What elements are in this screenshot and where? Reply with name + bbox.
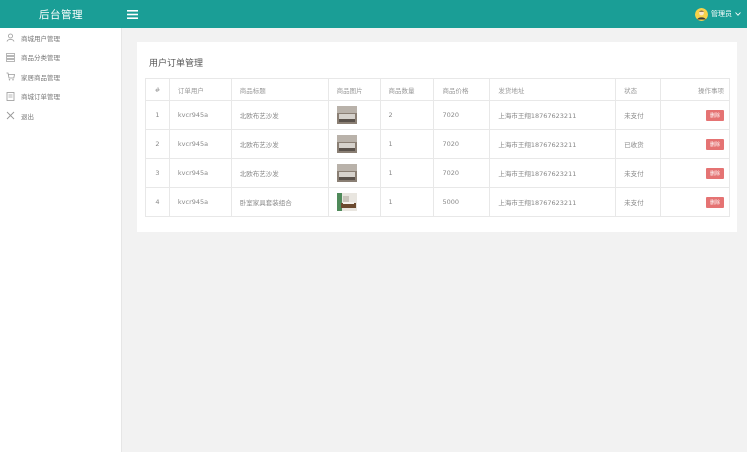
bedroom-thumbnail: [336, 193, 357, 211]
order-icon: [6, 91, 15, 101]
table-row: 3 kvcr945a 北欧布艺沙发 1 7020 上海市王翔1876762321…: [145, 158, 730, 188]
action-cell: 删除: [660, 100, 730, 130]
row-number: 2: [145, 129, 170, 159]
user-menu[interactable]: 管理员: [695, 0, 741, 28]
row-number: 3: [145, 158, 170, 188]
product-price: 7020: [433, 100, 491, 130]
shipping-address: 上海市王翔18767623211: [489, 158, 617, 188]
column-header: 操作事项: [660, 78, 730, 101]
column-header: 订单用户: [168, 78, 232, 101]
action-cell: 删除: [660, 129, 730, 159]
list-icon: [6, 52, 15, 62]
close-icon: [6, 111, 15, 120]
order-user: kvcr945a: [168, 129, 232, 159]
username-label: 管理员: [711, 10, 732, 18]
shipping-address: 上海市王翔18767623211: [489, 100, 617, 130]
sidebar-item-products[interactable]: 家居商品管理: [0, 67, 121, 87]
chevron-down-icon: [735, 12, 741, 16]
product-title: 北欧布艺沙发: [230, 129, 329, 159]
delete-button[interactable]: 删除: [705, 167, 724, 179]
product-price: 5000: [433, 187, 491, 217]
brand-title: 后台管理: [39, 8, 83, 21]
sidebar-item-label: 商城用户管理: [21, 34, 60, 43]
table-row: 2 kvcr945a 北欧布艺沙发 1 7020 上海市王翔1876762321…: [145, 129, 730, 159]
row-number: 1: [145, 100, 170, 130]
product-title: 卧室家具套装组合: [230, 187, 329, 217]
product-title: 北欧布艺沙发: [230, 158, 329, 188]
sidebar-item-users[interactable]: 商城用户管理: [0, 28, 121, 48]
sidebar-item-label: 退出: [21, 112, 34, 121]
order-status: 未支付: [615, 100, 662, 130]
sofa-thumbnail: [336, 164, 357, 182]
product-image-cell: [327, 158, 381, 188]
sidebar: 商城用户管理 商品分类管理 家居商品管理 商城订单管理 退出: [0, 28, 122, 452]
product-quantity: 1: [379, 187, 435, 217]
column-header: 商品数量: [379, 78, 435, 101]
order-user: kvcr945a: [168, 187, 232, 217]
row-number: 4: [145, 187, 170, 217]
product-price: 7020: [433, 129, 491, 159]
menu-toggle-button[interactable]: [127, 0, 143, 28]
order-status: 未支付: [615, 158, 662, 188]
sofa-thumbnail: [336, 135, 357, 153]
order-status: 未支付: [615, 187, 662, 217]
cart-icon: [6, 72, 15, 81]
user-icon: [6, 33, 15, 42]
action-cell: 删除: [660, 158, 730, 188]
action-cell: 删除: [660, 187, 730, 217]
avatar-icon: [695, 7, 708, 21]
top-navigation-bar: 后台管理 管理员: [0, 0, 747, 28]
page-title: 用户订单管理: [149, 59, 204, 69]
sidebar-item-label: 商品分类管理: [21, 54, 60, 63]
column-header: 发货地址: [489, 78, 617, 101]
delete-button[interactable]: 删除: [705, 109, 724, 121]
table-header-row: # 订单用户 商品标题 商品图片 商品数量 商品价格 发货地址 状态 操作事项: [145, 78, 730, 101]
table-row: 4 kvcr945a 卧室家具套装组合 1 5000 上海市王翔18767623…: [145, 187, 730, 217]
product-title: 北欧布艺沙发: [230, 100, 329, 130]
order-user: kvcr945a: [168, 100, 232, 130]
sofa-thumbnail: [336, 106, 357, 124]
sidebar-item-categories[interactable]: 商品分类管理: [0, 48, 121, 68]
sidebar-item-label: 家居商品管理: [21, 73, 60, 82]
column-header: 状态: [615, 78, 662, 101]
product-price: 7020: [433, 158, 491, 188]
sidebar-item-logout[interactable]: 退出: [0, 106, 121, 126]
delete-button[interactable]: 删除: [705, 138, 724, 150]
column-header: 商品标题: [230, 78, 329, 101]
product-quantity: 2: [379, 100, 435, 130]
product-quantity: 1: [379, 158, 435, 188]
column-header: 商品价格: [433, 78, 491, 101]
column-header: 商品图片: [327, 78, 381, 101]
order-user: kvcr945a: [168, 158, 232, 188]
column-header: #: [145, 78, 170, 101]
shipping-address: 上海市王翔18767623211: [489, 187, 617, 217]
orders-panel: 用户订单管理 # 订单用户 商品标题 商品图片 商品数量 商品价格 发货地址 状…: [137, 42, 737, 232]
product-image-cell: [327, 129, 381, 159]
orders-table: # 订单用户 商品标题 商品图片 商品数量 商品价格 发货地址 状态 操作事项 …: [145, 78, 730, 217]
delete-button[interactable]: 删除: [705, 196, 724, 208]
sidebar-item-orders[interactable]: 商城订单管理: [0, 87, 121, 107]
sidebar-item-label: 商城订单管理: [21, 93, 60, 102]
product-image-cell: [327, 187, 381, 217]
shipping-address: 上海市王翔18767623211: [489, 129, 617, 159]
product-quantity: 1: [379, 129, 435, 159]
table-row: 1 kvcr945a 北欧布艺沙发 2 7020 上海市王翔1876762321…: [145, 100, 730, 130]
product-image-cell: [327, 100, 381, 130]
order-status: 已收货: [615, 129, 662, 159]
hamburger-icon: [127, 9, 138, 19]
